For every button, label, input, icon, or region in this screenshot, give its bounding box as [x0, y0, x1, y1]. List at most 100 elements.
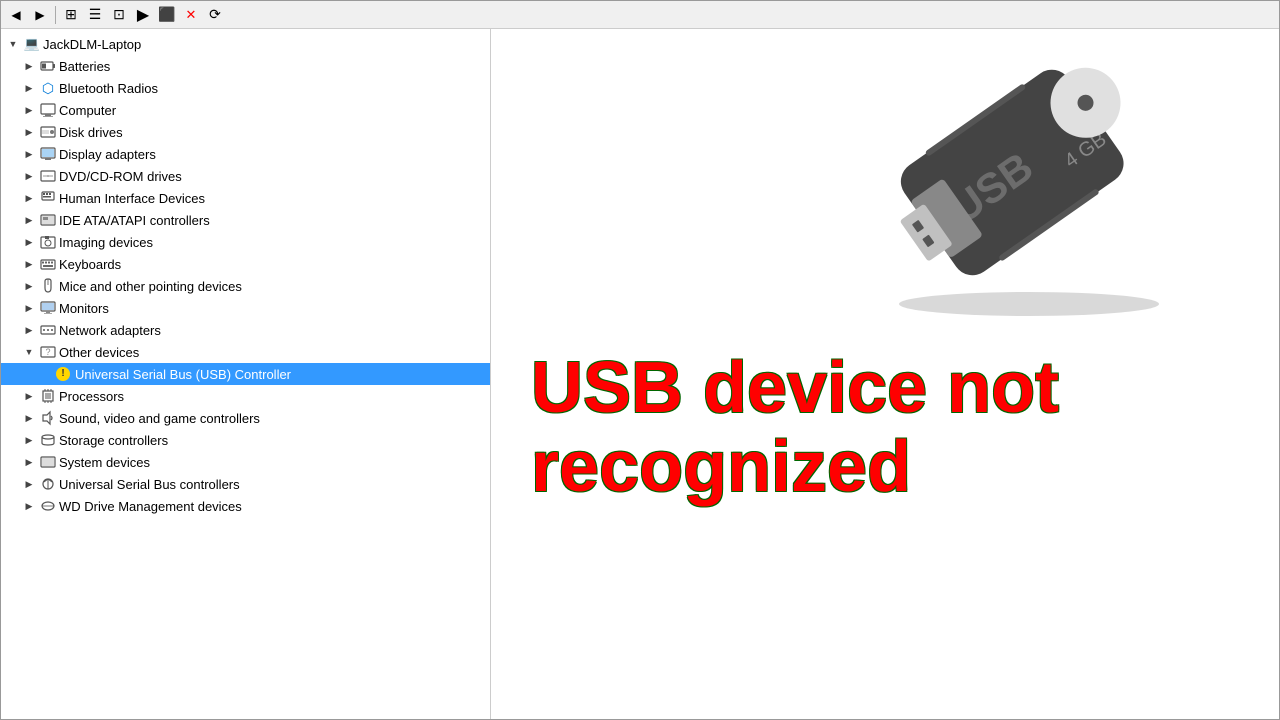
usbcontrollers-arrow[interactable]: [21, 476, 37, 492]
hid-icon: [40, 190, 56, 206]
imaging-arrow[interactable]: [21, 234, 37, 250]
imaging-icon: [40, 234, 56, 250]
processors-icon: [40, 388, 56, 404]
hid-arrow[interactable]: [21, 190, 37, 206]
storage-icon: [40, 432, 56, 448]
networkadapters-label: Network adapters: [59, 323, 161, 338]
usb-controller-warning-icon: !: [56, 366, 72, 382]
wdrive-icon: [40, 498, 56, 514]
displayadapters-arrow[interactable]: [21, 146, 37, 162]
dvdcdrom-label: DVD/CD-ROM drives: [59, 169, 182, 184]
device-tree-panel[interactable]: 💻 JackDLM-Laptop Batteries ⬡ Bluetooth R…: [1, 29, 491, 719]
tree-item-systemdevices[interactable]: System devices: [1, 451, 490, 473]
tree-item-hid[interactable]: Human Interface Devices: [1, 187, 490, 209]
mice-arrow[interactable]: [21, 278, 37, 294]
usbcontrollers-label: Universal Serial Bus controllers: [59, 477, 240, 492]
hid-label: Human Interface Devices: [59, 191, 205, 206]
bluetooth-label: Bluetooth Radios: [59, 81, 158, 96]
keyboards-label: Keyboards: [59, 257, 121, 272]
monitors-icon: [40, 300, 56, 316]
otherdevices-icon: ?: [40, 344, 56, 360]
usb-illustration: USB 4 GB: [859, 39, 1199, 339]
root-label: JackDLM-Laptop: [43, 37, 141, 52]
soundvideo-arrow[interactable]: [21, 410, 37, 426]
tree-item-diskdrives[interactable]: Disk drives: [1, 121, 490, 143]
tree-item-computer[interactable]: Computer: [1, 99, 490, 121]
ideata-label: IDE ATA/ATAPI controllers: [59, 213, 210, 228]
toolbar-btn-7[interactable]: ⟳: [204, 4, 226, 26]
bluetooth-icon: ⬡: [40, 80, 56, 96]
tree-item-monitors[interactable]: Monitors: [1, 297, 490, 319]
usb-controller-arrow: [37, 366, 53, 382]
toolbar-btn-5[interactable]: ⬛: [156, 4, 178, 26]
tree-item-keyboards[interactable]: Keyboards: [1, 253, 490, 275]
systemdevices-icon: [40, 454, 56, 470]
toolbar-btn-6[interactable]: ✕: [180, 4, 202, 26]
tree-root[interactable]: 💻 JackDLM-Laptop: [1, 33, 490, 55]
dvdcdrom-arrow[interactable]: [21, 168, 37, 184]
tree-item-networkadapters[interactable]: Network adapters: [1, 319, 490, 341]
storage-label: Storage controllers: [59, 433, 168, 448]
toolbar-btn-1[interactable]: ⊞: [60, 4, 82, 26]
tree-item-dvdcdrom[interactable]: DVD/CD-ROM drives: [1, 165, 490, 187]
processors-label: Processors: [59, 389, 124, 404]
monitors-arrow[interactable]: [21, 300, 37, 316]
tree-item-imaging[interactable]: Imaging devices: [1, 231, 490, 253]
batteries-label: Batteries: [59, 59, 110, 74]
ideata-icon: [40, 212, 56, 228]
laptop-icon: 💻: [24, 36, 40, 52]
tree-item-storage[interactable]: Storage controllers: [1, 429, 490, 451]
device-manager-window: ◀ ▶ ⊞ ☰ ⊡ ▶ ⬛ ✕ ⟳ 💻 JackDLM-Laptop Ba: [0, 0, 1280, 720]
tree-item-processors[interactable]: Processors: [1, 385, 490, 407]
networkadapters-arrow[interactable]: [21, 322, 37, 338]
tree-item-soundvideo[interactable]: Sound, video and game controllers: [1, 407, 490, 429]
displayadapters-icon: [40, 146, 56, 162]
usb-controller-label: Universal Serial Bus (USB) Controller: [75, 367, 291, 382]
systemdevices-arrow[interactable]: [21, 454, 37, 470]
bluetooth-arrow[interactable]: [21, 80, 37, 96]
toolbar-btn-3[interactable]: ⊡: [108, 4, 130, 26]
computer-icon: [40, 102, 56, 118]
wdrive-label: WD Drive Management devices: [59, 499, 242, 514]
keyboards-arrow[interactable]: [21, 256, 37, 272]
toolbar-btn-4[interactable]: ▶: [132, 4, 154, 26]
tree-item-usbcontrollers[interactable]: Universal Serial Bus controllers: [1, 473, 490, 495]
mice-label: Mice and other pointing devices: [59, 279, 242, 294]
systemdevices-label: System devices: [59, 455, 150, 470]
otherdevices-arrow[interactable]: [21, 344, 37, 360]
tree-item-displayadapters[interactable]: Display adapters: [1, 143, 490, 165]
svg-text:?: ?: [45, 347, 50, 357]
otherdevices-label: Other devices: [59, 345, 139, 360]
usbcontrollers-icon: [40, 476, 56, 492]
ideata-arrow[interactable]: [21, 212, 37, 228]
batteries-arrow[interactable]: [21, 58, 37, 74]
back-button[interactable]: ◀: [5, 4, 27, 26]
diskdrives-arrow[interactable]: [21, 124, 37, 140]
keyboards-icon: [40, 256, 56, 272]
tree-item-ideata[interactable]: IDE ATA/ATAPI controllers: [1, 209, 490, 231]
processors-arrow[interactable]: [21, 388, 37, 404]
tree-item-bluetooth[interactable]: ⬡ Bluetooth Radios: [1, 77, 490, 99]
right-panel: USB 4 GB: [491, 29, 1279, 719]
diskdrives-icon: [40, 124, 56, 140]
monitors-label: Monitors: [59, 301, 109, 316]
usb-error-line2: recognized: [531, 427, 911, 507]
storage-arrow[interactable]: [21, 432, 37, 448]
wdrive-arrow[interactable]: [21, 498, 37, 514]
mice-icon: [40, 278, 56, 294]
tree-item-batteries[interactable]: Batteries: [1, 55, 490, 77]
root-expand-arrow[interactable]: [5, 36, 21, 52]
usb-error-message: USB device not recognized: [531, 349, 1259, 507]
tree-item-otherdevices[interactable]: ? Other devices: [1, 341, 490, 363]
displayadapters-label: Display adapters: [59, 147, 156, 162]
tree-item-mice[interactable]: Mice and other pointing devices: [1, 275, 490, 297]
diskdrives-label: Disk drives: [59, 125, 123, 140]
toolbar: ◀ ▶ ⊞ ☰ ⊡ ▶ ⬛ ✕ ⟳: [1, 1, 1279, 29]
computer-arrow[interactable]: [21, 102, 37, 118]
forward-button[interactable]: ▶: [29, 4, 51, 26]
networkadapters-icon: [40, 322, 56, 338]
batteries-icon: [40, 58, 56, 74]
tree-item-wdrive[interactable]: WD Drive Management devices: [1, 495, 490, 517]
toolbar-btn-2[interactable]: ☰: [84, 4, 106, 26]
tree-item-usb-controller[interactable]: ! Universal Serial Bus (USB) Controller: [1, 363, 490, 385]
